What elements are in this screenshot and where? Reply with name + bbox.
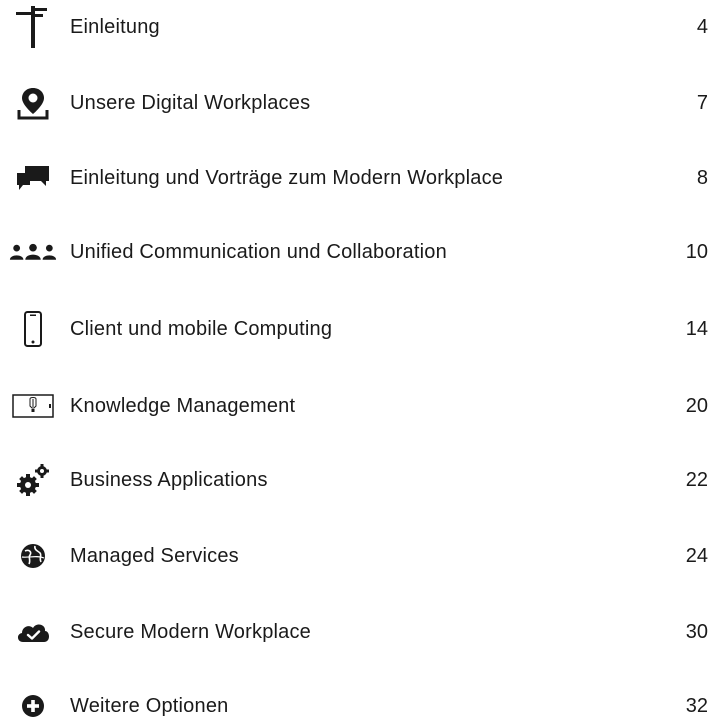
globe-icon — [8, 534, 58, 578]
toc-page-number: 30 — [685, 621, 708, 643]
toc-item-secure-modern-workplace[interactable]: Secure Modern Workplace 30 — [0, 610, 714, 654]
toc-item-client-mobile[interactable]: Client und mobile Computing 14 — [0, 307, 714, 351]
toc-item-label: Managed Services — [70, 545, 239, 567]
plus-circle-icon — [8, 684, 58, 728]
toc-page-number: 7 — [696, 92, 708, 114]
toc-item-label: Knowledge Management — [70, 395, 296, 417]
toc-item-vortraege[interactable]: Einleitung und Vorträge zum Modern Workp… — [0, 156, 714, 200]
toc-item-label: Business Applications — [70, 469, 268, 491]
toc-item-weitere-optionen[interactable]: Weitere Optionen 32 — [0, 684, 714, 728]
toc-page-number: 24 — [685, 545, 708, 567]
toc-item-unified-communication[interactable]: Unified Communication und Collaboration … — [0, 230, 714, 274]
location-pin-icon — [8, 81, 58, 125]
toc-item-digital-workplaces[interactable]: Unsere Digital Workplaces 7 — [0, 81, 714, 125]
toc-item-knowledge-management[interactable]: Knowledge Management 20 — [0, 384, 714, 428]
toc-page-number: 10 — [685, 241, 708, 263]
toc-page-number: 32 — [685, 695, 708, 717]
toc-page-number: 22 — [685, 469, 708, 491]
toc-page-number: 4 — [696, 16, 708, 38]
lightbulb-tablet-icon — [8, 384, 58, 428]
speech-bubbles-icon — [8, 156, 58, 200]
toc-item-einleitung[interactable]: Einleitung 4 — [0, 5, 714, 49]
toc-page-number: 20 — [685, 395, 708, 417]
toc-item-label: Einleitung und Vorträge zum Modern Workp… — [70, 167, 504, 189]
gears-icon — [8, 458, 58, 502]
toc-item-label: Unified Communication und Collaboration — [70, 241, 447, 263]
toc-item-managed-services[interactable]: Managed Services 24 — [0, 534, 714, 578]
signpost-icon — [8, 5, 58, 49]
toc-page-number: 14 — [685, 318, 708, 340]
toc-item-label: Client und mobile Computing — [70, 318, 333, 340]
toc-item-label: Einleitung — [70, 16, 160, 38]
smartphone-icon — [8, 307, 58, 351]
toc-item-label: Weitere Optionen — [70, 695, 229, 717]
toc-page-number: 8 — [696, 167, 708, 189]
cloud-check-icon — [8, 610, 58, 654]
toc-item-business-applications[interactable]: Business Applications 22 — [0, 458, 714, 502]
toc-item-label: Unsere Digital Workplaces — [70, 92, 311, 114]
people-group-icon — [8, 230, 58, 274]
toc-item-label: Secure Modern Workplace — [70, 621, 312, 643]
